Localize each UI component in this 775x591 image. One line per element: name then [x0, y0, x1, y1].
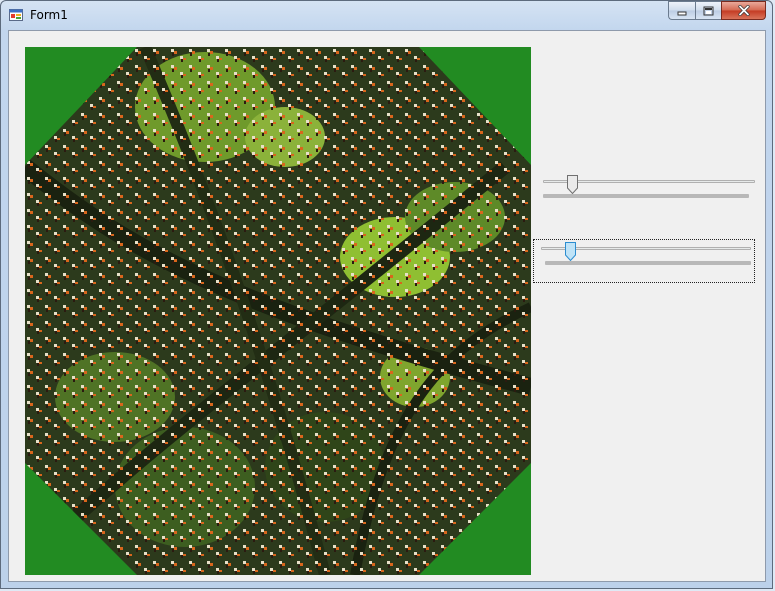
form1-window: Form1 [0, 0, 773, 589]
title-bar[interactable]: Form1 [1, 1, 772, 29]
trackbar-2-thumb[interactable] [564, 242, 576, 261]
caption-buttons [668, 1, 766, 21]
trackbar-2-tick-strip [545, 261, 751, 265]
maximize-icon [703, 6, 714, 15]
minimize-icon [677, 11, 687, 15]
minimize-button[interactable] [668, 1, 695, 20]
close-button[interactable] [721, 1, 766, 20]
picture-box[interactable] [25, 47, 531, 575]
maximize-button[interactable] [695, 1, 721, 20]
forest-photo-octagon [25, 47, 531, 575]
form-app-icon[interactable] [9, 8, 23, 22]
trackbar-2[interactable] [533, 239, 755, 283]
trackbar-1-thumb[interactable] [566, 175, 578, 194]
trackbar-1[interactable] [537, 175, 759, 221]
window-title: Form1 [30, 8, 68, 22]
form-client-area [8, 30, 766, 582]
close-icon [737, 5, 750, 16]
trackbar-1-tick-strip [543, 194, 749, 198]
